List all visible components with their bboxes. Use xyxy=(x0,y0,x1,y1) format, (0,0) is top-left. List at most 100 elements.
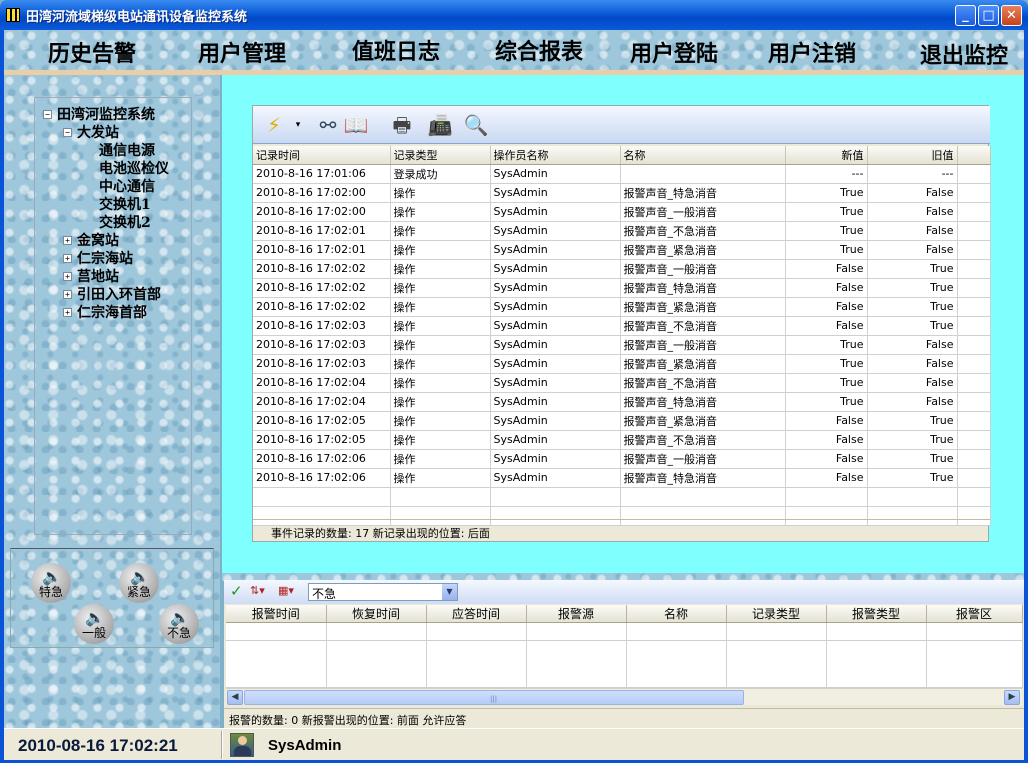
table-row[interactable]: 2010-8-16 17:02:03 操作 SysAdmin 报警声音_不急消音 Fal… xyxy=(253,316,991,336)
table-cell: SysAdmin xyxy=(490,411,621,431)
book-icon[interactable]: 📖 xyxy=(343,112,369,138)
menu-user-management[interactable]: 用户管理 xyxy=(198,36,286,68)
column-header[interactable]: 新值 xyxy=(785,146,868,165)
column-header[interactable]: 应答时间 xyxy=(426,605,527,623)
tree-station-dafa[interactable]: − 大发站 xyxy=(63,122,119,142)
collapse-icon[interactable]: − xyxy=(43,110,52,119)
table-row[interactable]: 2010-8-16 17:01:06 登录成功 SysAdmin --- --- xyxy=(253,164,991,184)
table-row[interactable]: 2010-8-16 17:02:04 操作 SysAdmin 报警声音_特急消音 Tru… xyxy=(253,392,991,412)
event-table: 记录时间 记录类型 操作员名称 名称 新值 旧值 2010-8-16 17:01… xyxy=(253,146,991,526)
table-row[interactable]: 2010-8-16 17:02:03 操作 SysAdmin 报警声音_一般消音 Tru… xyxy=(253,335,991,355)
column-header[interactable]: 报警类型 xyxy=(826,605,927,623)
table-cell: 2010-8-16 17:02:03 xyxy=(253,316,391,336)
table-row[interactable]: 2010-8-16 17:02:01 操作 SysAdmin 报警声音_紧急消音 Tru… xyxy=(253,240,991,260)
binoculars-icon[interactable]: ⚯ xyxy=(315,112,341,138)
tree-station[interactable]: + 金窝站 xyxy=(63,230,119,250)
menu-user-login[interactable]: 用户登陆 xyxy=(630,36,718,68)
table-row[interactable]: 2010-8-16 17:02:06 操作 SysAdmin 报警声音_一般消音 Fal… xyxy=(253,449,991,469)
menu-duty-log[interactable]: 值班日志 xyxy=(352,34,440,66)
alarm-low-button[interactable]: 🔈 不急 xyxy=(159,604,199,644)
table-cell: False xyxy=(785,297,868,317)
tree-station[interactable]: + 仁宗海首部 xyxy=(63,302,147,322)
scroll-thumb[interactable]: ||| xyxy=(244,690,744,705)
fax-icon[interactable]: 📠 xyxy=(427,112,453,138)
column-header[interactable]: 记录类型 xyxy=(726,605,827,623)
table-row[interactable]: 2010-8-16 17:02:04 操作 SysAdmin 报警声音_不急消音 Tru… xyxy=(253,373,991,393)
table-row[interactable]: 2010-8-16 17:02:02 操作 SysAdmin 报警声音_一般消音 Fal… xyxy=(253,259,991,279)
table-cell xyxy=(626,640,727,688)
table-cell xyxy=(926,622,1023,641)
chevron-down-icon[interactable]: ▼ xyxy=(442,584,457,600)
maximize-button[interactable]: □ xyxy=(978,5,999,26)
tree-device[interactable]: 交换机1 xyxy=(99,194,151,214)
table-cell: 操作 xyxy=(390,297,491,317)
table-cell xyxy=(957,240,991,260)
expand-icon[interactable]: + xyxy=(63,254,72,263)
table-row[interactable]: 2010-8-16 17:02:00 操作 SysAdmin 报警声音_特急消音 Tru… xyxy=(253,183,991,203)
expand-icon[interactable]: + xyxy=(63,290,72,299)
table-cell: SysAdmin xyxy=(490,183,621,203)
lightning-icon[interactable]: ⚡ xyxy=(261,112,287,138)
printer-icon[interactable]: 🖶 xyxy=(389,112,415,138)
alarm-emergency-button[interactable]: 🔈 紧急 xyxy=(119,563,159,603)
horizontal-scrollbar[interactable]: ◀ ||| ▶ xyxy=(226,688,1022,705)
table-cell: False xyxy=(785,430,868,450)
menu-user-logout[interactable]: 用户注销 xyxy=(768,36,856,68)
table-cell: True xyxy=(785,183,868,203)
menu-exit-monitor[interactable]: 退出监控 xyxy=(920,38,1008,70)
table-row[interactable]: 2010-8-16 17:02:05 操作 SysAdmin 报警声音_不急消音 Fal… xyxy=(253,430,991,450)
table-row[interactable]: 2010-8-16 17:02:06 操作 SysAdmin 报警声音_特急消音 Fal… xyxy=(253,468,991,488)
column-header[interactable]: 旧值 xyxy=(867,146,958,165)
grid-icon[interactable]: ▦▾ xyxy=(278,584,294,597)
menu-report[interactable]: 综合报表 xyxy=(495,34,583,66)
scroll-right-icon[interactable]: ▶ xyxy=(1004,690,1020,705)
minimize-button[interactable]: _ xyxy=(955,5,976,26)
expand-icon[interactable]: + xyxy=(63,236,72,245)
table-row[interactable]: 2010-8-16 17:02:02 操作 SysAdmin 报警声音_紧急消音 Fal… xyxy=(253,297,991,317)
table-row[interactable]: 2010-8-16 17:02:01 操作 SysAdmin 报警声音_不急消音 Tru… xyxy=(253,221,991,241)
column-header[interactable]: 记录时间 xyxy=(253,146,391,165)
table-cell: 操作 xyxy=(390,449,491,469)
expand-icon[interactable]: + xyxy=(63,272,72,281)
tree-device[interactable]: 中心通信 xyxy=(99,176,155,196)
status-separator xyxy=(221,731,223,759)
table-cell: True xyxy=(785,392,868,412)
table-cell xyxy=(957,316,991,336)
table-row[interactable]: 2010-8-16 17:02:03 操作 SysAdmin 报警声音_紧急消音 Tru… xyxy=(253,354,991,374)
tree-station[interactable]: + 仁宗海站 xyxy=(63,248,133,268)
print-preview-icon[interactable]: 🔍 xyxy=(463,112,489,138)
column-header[interactable]: 名称 xyxy=(620,146,786,165)
tree-device[interactable]: 交换机2 xyxy=(99,212,151,232)
table-row[interactable]: 2010-8-16 17:02:05 操作 SysAdmin 报警声音_紧急消音 Fal… xyxy=(253,411,991,431)
table-row[interactable] xyxy=(226,640,1023,688)
table-row[interactable]: 2010-8-16 17:02:00 操作 SysAdmin 报警声音_一般消音 Tru… xyxy=(253,202,991,222)
column-header[interactable]: 报警区 xyxy=(926,605,1023,623)
scroll-left-icon[interactable]: ◀ xyxy=(227,690,243,705)
dropdown-arrow-icon[interactable]: ▾ xyxy=(285,112,311,138)
table-row[interactable] xyxy=(226,622,1023,641)
column-header[interactable]: 报警源 xyxy=(526,605,627,623)
expand-icon[interactable]: + xyxy=(63,308,72,317)
alarm-urgent-button[interactable]: 🔈 特急 xyxy=(31,563,71,603)
column-header[interactable]: 恢复时间 xyxy=(326,605,427,623)
menu-history-alarm[interactable]: 历史告警 xyxy=(48,36,136,68)
check-icon[interactable]: ✓ xyxy=(230,582,243,600)
table-cell: 2010-8-16 17:02:04 xyxy=(253,392,391,412)
alarm-level-select[interactable]: 不急 ▼ xyxy=(308,583,458,601)
column-header[interactable]: 操作员名称 xyxy=(490,146,621,165)
alarm-normal-button[interactable]: 🔈 一般 xyxy=(74,604,114,644)
tree-root[interactable]: − 田湾河监控系统 xyxy=(43,104,155,124)
column-header[interactable]: 报警时间 xyxy=(226,605,327,623)
table-row[interactable]: 2010-8-16 17:02:02 操作 SysAdmin 报警声音_特急消音 Fal… xyxy=(253,278,991,298)
column-header[interactable]: 名称 xyxy=(626,605,727,623)
tree-station[interactable]: + 引田入环首部 xyxy=(63,284,161,304)
collapse-icon[interactable]: − xyxy=(63,128,72,137)
table-cell xyxy=(957,259,991,279)
tree-station[interactable]: + 莒地站 xyxy=(63,266,119,286)
table-cell: 报警声音_紧急消音 xyxy=(620,354,786,374)
sort-icon[interactable]: ⇅▾ xyxy=(250,584,265,597)
close-button[interactable]: ✕ xyxy=(1001,5,1022,26)
column-header[interactable]: 记录类型 xyxy=(390,146,491,165)
tree-device[interactable]: 通信电源 xyxy=(99,140,155,160)
tree-device[interactable]: 电池巡检仪 xyxy=(99,158,169,178)
